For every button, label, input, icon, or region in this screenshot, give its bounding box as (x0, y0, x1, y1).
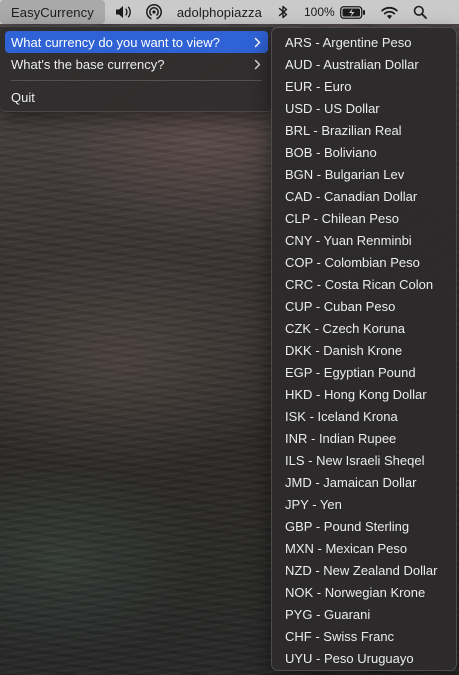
currency-submenu: ARS - Argentine Peso AUD - Australian Do… (271, 27, 457, 671)
menu-item-quit[interactable]: Quit (5, 86, 268, 108)
currency-item-jpy[interactable]: JPY - Yen (272, 493, 456, 515)
currency-item-ils[interactable]: ILS - New Israeli Sheqel (272, 449, 456, 471)
menu-item-label: What currency do you want to view? (11, 34, 220, 50)
menu-item-label: What's the base currency? (11, 56, 165, 72)
currency-item-crc[interactable]: CRC - Costa Rican Colon (272, 273, 456, 295)
currency-item-cup[interactable]: CUP - Cuban Peso (272, 295, 456, 317)
app-dropdown-menu: What currency do you want to view? What'… (0, 26, 274, 112)
currency-item-cop[interactable]: COP - Colombian Peso (272, 251, 456, 273)
chevron-right-icon (250, 37, 264, 48)
battery-charging-icon[interactable] (339, 5, 366, 19)
currency-item-nzd[interactable]: NZD - New Zealand Dollar (272, 559, 456, 581)
battery-percentage[interactable]: 100% (304, 5, 335, 19)
currency-item-egp[interactable]: EGP - Egyptian Pound (272, 361, 456, 383)
menu-bar: EasyCurrency adolphopiazza 100% (0, 0, 459, 24)
currency-item-ars[interactable]: ARS - Argentine Peso (272, 31, 456, 53)
currency-item-hkd[interactable]: HKD - Hong Kong Dollar (272, 383, 456, 405)
currency-item-cny[interactable]: CNY - Yuan Renminbi (272, 229, 456, 251)
menu-item-label: Quit (11, 89, 35, 105)
username-label[interactable]: adolphopiazza (177, 5, 262, 20)
currency-item-bob[interactable]: BOB - Boliviano (272, 141, 456, 163)
currency-item-inr[interactable]: INR - Indian Rupee (272, 427, 456, 449)
currency-item-czk[interactable]: CZK - Czech Koruna (272, 317, 456, 339)
currency-item-chf[interactable]: CHF - Swiss Franc (272, 625, 456, 647)
currency-item-dkk[interactable]: DKK - Danish Krone (272, 339, 456, 361)
currency-item-mxn[interactable]: MXN - Mexican Peso (272, 537, 456, 559)
airdrop-icon[interactable] (145, 3, 163, 21)
app-menu-title[interactable]: EasyCurrency (0, 0, 105, 24)
currency-item-gbp[interactable]: GBP - Pound Sterling (272, 515, 456, 537)
chevron-right-icon (250, 59, 264, 70)
currency-item-uyu[interactable]: UYU - Peso Uruguayo (272, 647, 456, 669)
currency-item-jmd[interactable]: JMD - Jamaican Dollar (272, 471, 456, 493)
currency-item-clp[interactable]: CLP - Chilean Peso (272, 207, 456, 229)
currency-item-bgn[interactable]: BGN - Bulgarian Lev (272, 163, 456, 185)
currency-item-isk[interactable]: ISK - Iceland Krona (272, 405, 456, 427)
search-icon[interactable] (412, 5, 428, 19)
currency-item-aud[interactable]: AUD - Australian Dollar (272, 53, 456, 75)
currency-item-cad[interactable]: CAD - Canadian Dollar (272, 185, 456, 207)
currency-item-eur[interactable]: EUR - Euro (272, 75, 456, 97)
currency-item-pyg[interactable]: PYG - Guarani (272, 603, 456, 625)
menu-item-base-currency[interactable]: What's the base currency? (5, 53, 268, 75)
menu-separator (11, 80, 262, 81)
bluetooth-icon[interactable] (276, 4, 290, 20)
speaker-icon[interactable] (113, 4, 135, 20)
currency-item-brl[interactable]: BRL - Brazilian Real (272, 119, 456, 141)
menu-item-view-currency[interactable]: What currency do you want to view? (5, 31, 268, 53)
currency-item-usd[interactable]: USD - US Dollar (272, 97, 456, 119)
wifi-icon[interactable] (380, 5, 400, 20)
currency-item-nok[interactable]: NOK - Norwegian Krone (272, 581, 456, 603)
